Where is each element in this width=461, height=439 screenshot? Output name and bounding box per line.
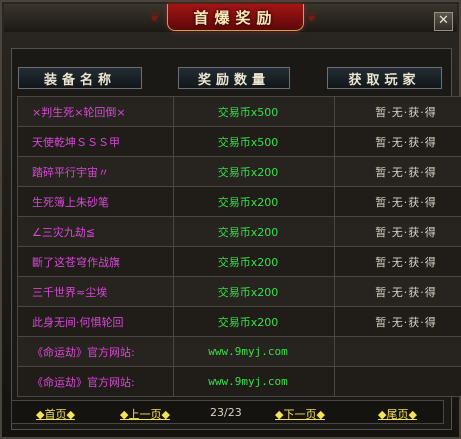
page-indicator: 23/23	[210, 406, 242, 419]
winner-cell	[334, 366, 461, 397]
table-row: 三千世界≈尘埃 交易币x200 暂·无·获·得	[17, 276, 461, 307]
equip-name-cell: 三千世界≈尘埃	[17, 276, 174, 307]
table-row: 天使乾坤ＳＳＳ甲 交易币x500 暂·无·获·得	[17, 126, 461, 157]
table-row: 踏碎平行宇宙〃 交易币x200 暂·无·获·得	[17, 156, 461, 187]
reward-window: ❦ 首爆奖励 ❦ ✕ 装备名称 奖励数量 获取玩家 ×判生死×轮回倒× 交易币x5…	[0, 0, 461, 439]
winner-cell: 暂·无·获·得	[334, 276, 461, 307]
header-winner: 获取玩家	[327, 67, 442, 89]
reward-cell: 交易币x500	[173, 96, 335, 127]
reward-cell: 交易币x200	[173, 276, 335, 307]
next-page-link[interactable]: ◆下一页◆	[275, 406, 325, 422]
reward-cell: www.9myj.com	[173, 336, 335, 367]
winner-cell: 暂·无·获·得	[334, 186, 461, 217]
equip-name-cell: 《命运劫》官方网站:	[17, 366, 174, 397]
reward-cell: 交易币x200	[173, 246, 335, 277]
reward-panel: 装备名称 奖励数量 获取玩家 ×判生死×轮回倒× 交易币x500 暂·无·获·得 天使…	[11, 48, 461, 430]
winner-cell: 暂·无·获·得	[334, 126, 461, 157]
title-bar: ❦ 首爆奖励 ❦ ✕	[4, 4, 457, 32]
reward-cell: 交易币x200	[173, 306, 335, 337]
reward-cell: www.9myj.com	[173, 366, 335, 397]
reward-cell: 交易币x200	[173, 216, 335, 247]
table-row: 斷了这苍穹作战旗 交易币x200 暂·无·获·得	[17, 246, 461, 277]
reward-table: ×判生死×轮回倒× 交易币x500 暂·无·获·得 天使乾坤ＳＳＳ甲 交易币x500 暂·…	[17, 96, 461, 397]
equip-name-cell: 生死簿上朱砂笔	[17, 186, 174, 217]
table-row: ×判生死×轮回倒× 交易币x500 暂·无·获·得	[17, 96, 461, 127]
right-ornament-icon: ❦	[306, 10, 318, 26]
reward-cell: 交易币x200	[173, 156, 335, 187]
equip-name-cell: ×判生死×轮回倒×	[17, 96, 174, 127]
equip-name-cell: ∠三灾九劫≦	[17, 216, 174, 247]
equip-name-cell: 《命运劫》官方网站:	[17, 336, 174, 367]
table-row: 生死簿上朱砂笔 交易币x200 暂·无·获·得	[17, 186, 461, 217]
last-page-link[interactable]: ◆尾页◆	[378, 406, 417, 422]
window-title: 首爆奖励	[193, 8, 278, 27]
header-equip-name: 装备名称	[18, 67, 142, 89]
first-page-link[interactable]: ◆首页◆	[36, 406, 75, 422]
close-button[interactable]: ✕	[434, 12, 453, 31]
prev-page-link[interactable]: ◆上一页◆	[120, 406, 170, 422]
header-reward-amount: 奖励数量	[178, 67, 290, 89]
table-row: 此身无间·何惧轮回 交易币x200 暂·无·获·得	[17, 306, 461, 337]
table-row: 《命运劫》官方网站: www.9myj.com	[17, 336, 461, 367]
equip-name-cell: 踏碎平行宇宙〃	[17, 156, 174, 187]
table-row: 《命运劫》官方网站: www.9myj.com	[17, 366, 461, 397]
reward-cell: 交易币x500	[173, 126, 335, 157]
winner-cell: 暂·无·获·得	[334, 246, 461, 277]
winner-cell: 暂·无·获·得	[334, 216, 461, 247]
table-row: ∠三灾九劫≦ 交易币x200 暂·无·获·得	[17, 216, 461, 247]
winner-cell	[334, 336, 461, 367]
title-plate: 首爆奖励	[167, 4, 304, 31]
winner-cell: 暂·无·获·得	[334, 306, 461, 337]
winner-cell: 暂·无·获·得	[334, 156, 461, 187]
equip-name-cell: 此身无间·何惧轮回	[17, 306, 174, 337]
winner-cell: 暂·无·获·得	[334, 96, 461, 127]
equip-name-cell: 天使乾坤ＳＳＳ甲	[17, 126, 174, 157]
equip-name-cell: 斷了这苍穹作战旗	[17, 246, 174, 277]
reward-cell: 交易币x200	[173, 186, 335, 217]
left-ornament-icon: ❦	[149, 10, 161, 26]
pager: ◆首页◆ ◆上一页◆ 23/23 ◆下一页◆ ◆尾页◆	[11, 400, 444, 424]
